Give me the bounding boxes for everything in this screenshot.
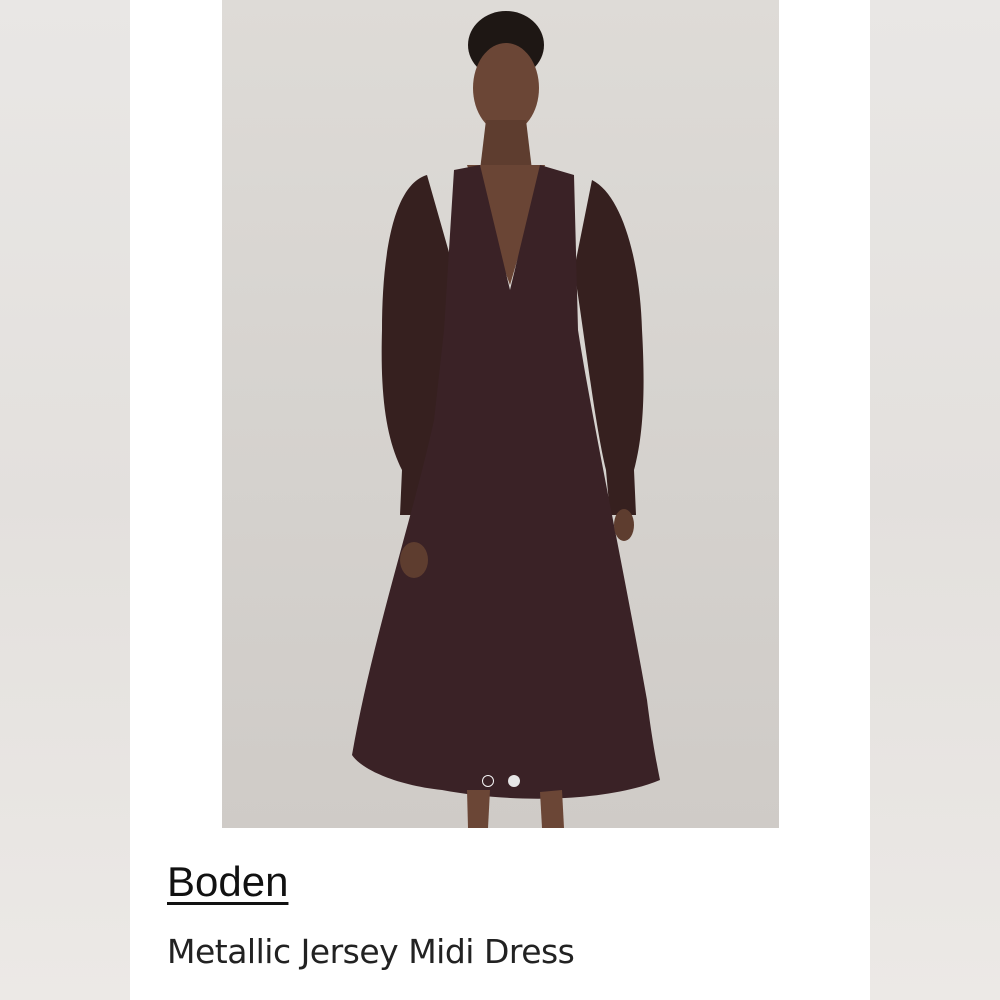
brand-link[interactable]: Boden xyxy=(167,858,288,906)
model-illustration xyxy=(352,11,660,828)
product-card: Boden Metallic Jersey Midi Dress xyxy=(130,0,870,1000)
blurred-backdrop-right xyxy=(870,0,1000,1000)
carousel-indicator xyxy=(222,775,779,787)
carousel-dot-1[interactable] xyxy=(481,775,494,787)
product-title: Metallic Jersey Midi Dress xyxy=(167,932,575,971)
listing-page: Boden Metallic Jersey Midi Dress xyxy=(0,0,1000,1000)
carousel-dot-2[interactable] xyxy=(507,775,520,787)
blurred-backdrop-left xyxy=(0,0,130,1000)
product-photo[interactable] xyxy=(222,0,779,828)
